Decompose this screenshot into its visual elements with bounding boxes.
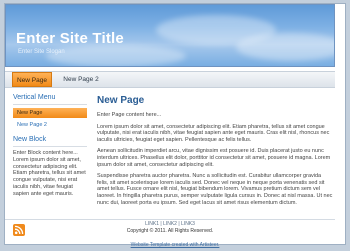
header-cloud — [236, 33, 334, 61]
main-content: New Page Enter Page content here... Lore… — [97, 95, 333, 211]
footer-links[interactable]: LINK1 | LINK2 | LINK3 — [5, 221, 335, 227]
block-heading: New Block — [13, 136, 47, 143]
content-paragraph: Lorem ipsum dolor sit amet, consectetur … — [97, 123, 330, 143]
content-paragraph: Suspendisse pharetra auctor pharetra. Nu… — [97, 173, 333, 206]
sidebar: Vertical Menu New Page New Page 2 New Bl… — [13, 94, 87, 198]
sidebar-item-new-page[interactable]: New Page — [13, 108, 87, 118]
vertical-menu-heading: Vertical Menu — [13, 94, 56, 101]
divider — [13, 104, 87, 105]
nav-item-new-page[interactable]: New Page — [12, 72, 52, 87]
site-header: Enter Site Title Enter Site Slogan — [5, 4, 335, 67]
content-paragraph: Aenean sollicitudin imperdiet arcu, vita… — [97, 148, 331, 168]
content-paragraph: Enter Page content here... — [97, 112, 162, 118]
header-cloud — [46, 45, 186, 66]
page-title: New Page — [97, 95, 145, 106]
block-content: Enter Block content here... Lorem ipsum … — [13, 150, 86, 197]
top-nav-bar: New Page New Page 2 — [5, 71, 335, 88]
template-credit-link[interactable]: Website Template created with Artisteer. — [0, 242, 350, 248]
site-title[interactable]: Enter Site Title — [16, 30, 124, 47]
site-footer: LINK1 | LINK2 | LINK3 Copyright © 2011. … — [5, 219, 335, 239]
sidebar-item-new-page-2[interactable]: New Page 2 — [13, 120, 87, 130]
nav-item-new-page-2[interactable]: New Page 2 — [57, 72, 105, 87]
divider — [13, 146, 87, 147]
site-slogan: Enter Site Slogan — [18, 49, 65, 55]
copyright-text: Copyright © 2011. All Rights Reserved. — [126, 228, 214, 234]
